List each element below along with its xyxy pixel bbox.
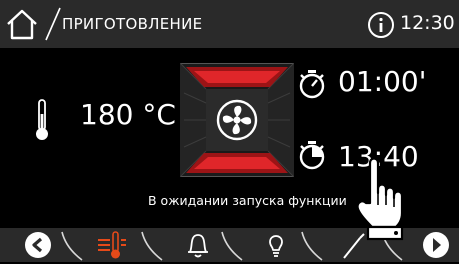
forward-icon [423, 232, 449, 258]
fan-icon [216, 99, 258, 141]
info-button[interactable] [366, 10, 396, 40]
heating-icon [98, 231, 126, 259]
back-button[interactable] [20, 230, 56, 260]
end-time-icon [299, 141, 325, 170]
oven-cavity[interactable] [180, 63, 294, 177]
bell-icon [188, 234, 208, 258]
hand-pointer-icon [356, 157, 404, 241]
lamp-button[interactable] [256, 230, 296, 260]
temperature-value[interactable]: 180 °C [80, 98, 176, 131]
lamp-icon [269, 235, 283, 257]
forward-button[interactable] [418, 230, 454, 260]
back-icon [25, 232, 51, 258]
clock: 12:30 [400, 12, 455, 34]
stopwatch-icon [299, 70, 325, 99]
status-text: В ожидании запуска функции [148, 193, 347, 208]
page-title: ПРИГОТОВЛЕНИЕ [62, 15, 203, 33]
timer-alarm-button[interactable] [178, 230, 218, 260]
thermometer-icon [36, 99, 48, 140]
title-separator [45, 7, 61, 41]
duration-value[interactable]: 01:00' [338, 65, 426, 98]
heating-mode-button[interactable] [92, 230, 132, 260]
info-icon [368, 12, 394, 38]
